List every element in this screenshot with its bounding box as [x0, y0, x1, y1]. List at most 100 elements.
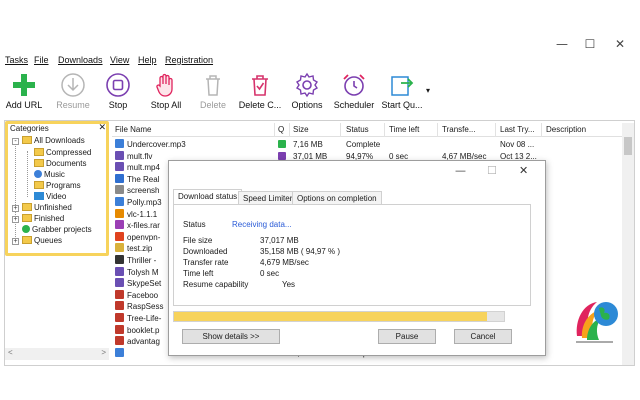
menu-tasks[interactable]: Tasks	[5, 55, 28, 65]
folder-open-icon	[22, 136, 32, 144]
category-video[interactable]: Video	[34, 192, 66, 203]
categories-panel: Categories ✕ - All Downloads Compressed …	[5, 121, 109, 256]
file-size-label: File size	[183, 236, 213, 245]
column-file-name[interactable]: File Name	[115, 125, 151, 134]
transfer-rate-value: 4,679 MB/sec	[260, 258, 309, 267]
category-unfinished[interactable]: Unfinished	[22, 203, 72, 214]
scrollbar-thumb[interactable]	[624, 137, 632, 155]
column-description[interactable]: Description	[546, 125, 586, 134]
menu-downloads[interactable]: Downloads	[58, 55, 103, 65]
column-separator	[541, 123, 542, 137]
dialog-close-button[interactable]: ✕	[519, 164, 528, 177]
stop-all-label: Stop All	[150, 100, 182, 110]
file-list-header: File Name Q Size Status Time left Transf…	[112, 123, 622, 137]
tab-speed-limiter[interactable]: Speed Limiter	[238, 191, 298, 205]
file-type-icon	[115, 185, 124, 195]
file-name: openvpn-	[127, 232, 161, 242]
expander-plus[interactable]: +	[12, 238, 19, 245]
maximize-button[interactable]: ☐	[576, 36, 604, 52]
categories-title: Categories	[10, 124, 49, 133]
table-row[interactable]: Undercover.mp3 7,16 MB Complete Nov 08 ...	[112, 139, 622, 150]
tab-download-status[interactable]: Download status	[173, 189, 243, 205]
stop-button[interactable]: Stop	[100, 70, 136, 118]
category-compressed[interactable]: Compressed	[34, 148, 91, 159]
menu-file[interactable]: File	[34, 55, 49, 65]
delete-completed-button[interactable]: Delete C...	[238, 70, 282, 118]
downloaded-label: Downloaded	[183, 247, 228, 256]
show-details-button[interactable]: Show details >>	[182, 329, 280, 344]
start-queue-dropdown-arrow[interactable]: ▾	[426, 86, 430, 95]
delete-button[interactable]: Delete	[196, 70, 230, 118]
file-type-icon	[115, 278, 124, 288]
category-all-downloads[interactable]: All Downloads	[22, 136, 85, 147]
file-status-cell: Complete	[346, 140, 381, 149]
transfer-rate-label: Transfer rate	[183, 258, 229, 267]
folder-icon	[22, 203, 32, 211]
category-grabber-projects[interactable]: Grabber projects	[22, 225, 92, 236]
scroll-right-arrow[interactable]: >	[101, 348, 106, 357]
file-name: Undercover.mp3	[127, 140, 186, 149]
file-name: Thriller -	[127, 256, 157, 265]
grabber-icon	[22, 225, 30, 233]
file-name: advantag	[127, 337, 160, 347]
column-last-try[interactable]: Last Try...	[500, 125, 535, 134]
categories-close-button[interactable]: ✕	[98, 123, 106, 133]
close-button[interactable]: ✕	[606, 36, 634, 52]
file-list-vertical-scrollbar[interactable]	[622, 123, 634, 365]
category-label: Programs	[46, 181, 81, 190]
minimize-button[interactable]: —	[548, 36, 576, 52]
folder-icon	[34, 148, 44, 156]
column-queue[interactable]: Q	[278, 125, 284, 134]
delete-label: Delete	[199, 100, 226, 110]
options-button[interactable]: Options	[288, 70, 326, 118]
file-name: mult.mp4	[127, 163, 160, 173]
add-url-button[interactable]: Add URL	[4, 70, 44, 118]
column-transfer-rate[interactable]: Transfe...	[442, 125, 476, 134]
scroll-left-arrow[interactable]: <	[8, 348, 13, 357]
dialog-maximize-button[interactable]: ☐	[487, 164, 497, 177]
column-time-left[interactable]: Time left	[389, 125, 419, 134]
category-programs[interactable]: Programs	[34, 181, 81, 192]
tab-options-on-completion[interactable]: Options on completion	[292, 191, 382, 205]
delete-completed-label: Delete C...	[238, 100, 282, 110]
hand-stop-icon	[156, 73, 173, 97]
file-name-cell: Undercover.mp3	[115, 139, 273, 150]
status-label: Status	[183, 220, 206, 229]
queue-icon	[278, 139, 288, 151]
category-finished[interactable]: Finished	[22, 214, 64, 225]
stop-icon	[106, 73, 130, 97]
column-separator	[340, 123, 341, 137]
category-documents[interactable]: Documents	[34, 159, 86, 170]
categories-horizontal-scrollbar[interactable]: < >	[5, 348, 109, 360]
file-name: x-files.rar	[127, 221, 160, 231]
category-label: Finished	[34, 214, 65, 223]
column-separator	[437, 123, 438, 137]
expander-minus[interactable]: -	[12, 138, 19, 145]
file-name: Tree-Life-	[127, 314, 162, 323]
toolbar: Add URL Resume Stop Stop All Delete Dele…	[0, 70, 640, 118]
status-value: Receiving data...	[232, 220, 292, 229]
column-size[interactable]: Size	[293, 125, 309, 134]
dialog-minimize-button[interactable]: —	[455, 164, 466, 177]
resume-button[interactable]: Resume	[53, 70, 93, 118]
pause-button[interactable]: Pause	[378, 329, 436, 344]
start-queue-button[interactable]: Start Qu...	[380, 70, 424, 118]
expander-plus[interactable]: +	[12, 216, 19, 223]
expander-plus[interactable]: +	[12, 205, 19, 212]
column-status[interactable]: Status	[346, 125, 369, 134]
menu-help[interactable]: Help	[138, 55, 157, 65]
menu-view[interactable]: View	[110, 55, 129, 65]
file-type-icon	[115, 162, 124, 172]
stop-all-button[interactable]: Stop All	[146, 70, 186, 118]
scheduler-button[interactable]: Scheduler	[332, 70, 376, 118]
file-last-try-cell: Nov 08 ...	[500, 140, 535, 149]
file-type-icon	[115, 220, 124, 230]
file-type-icon	[115, 301, 124, 311]
cancel-button[interactable]: Cancel	[454, 329, 512, 344]
category-queues[interactable]: Queues	[22, 236, 62, 247]
file-type-icon	[115, 231, 124, 241]
menu-registration[interactable]: Registration	[165, 55, 213, 65]
file-name: mult.flv	[127, 151, 153, 161]
folder-icon	[22, 236, 32, 244]
category-music[interactable]: Music	[34, 170, 65, 181]
